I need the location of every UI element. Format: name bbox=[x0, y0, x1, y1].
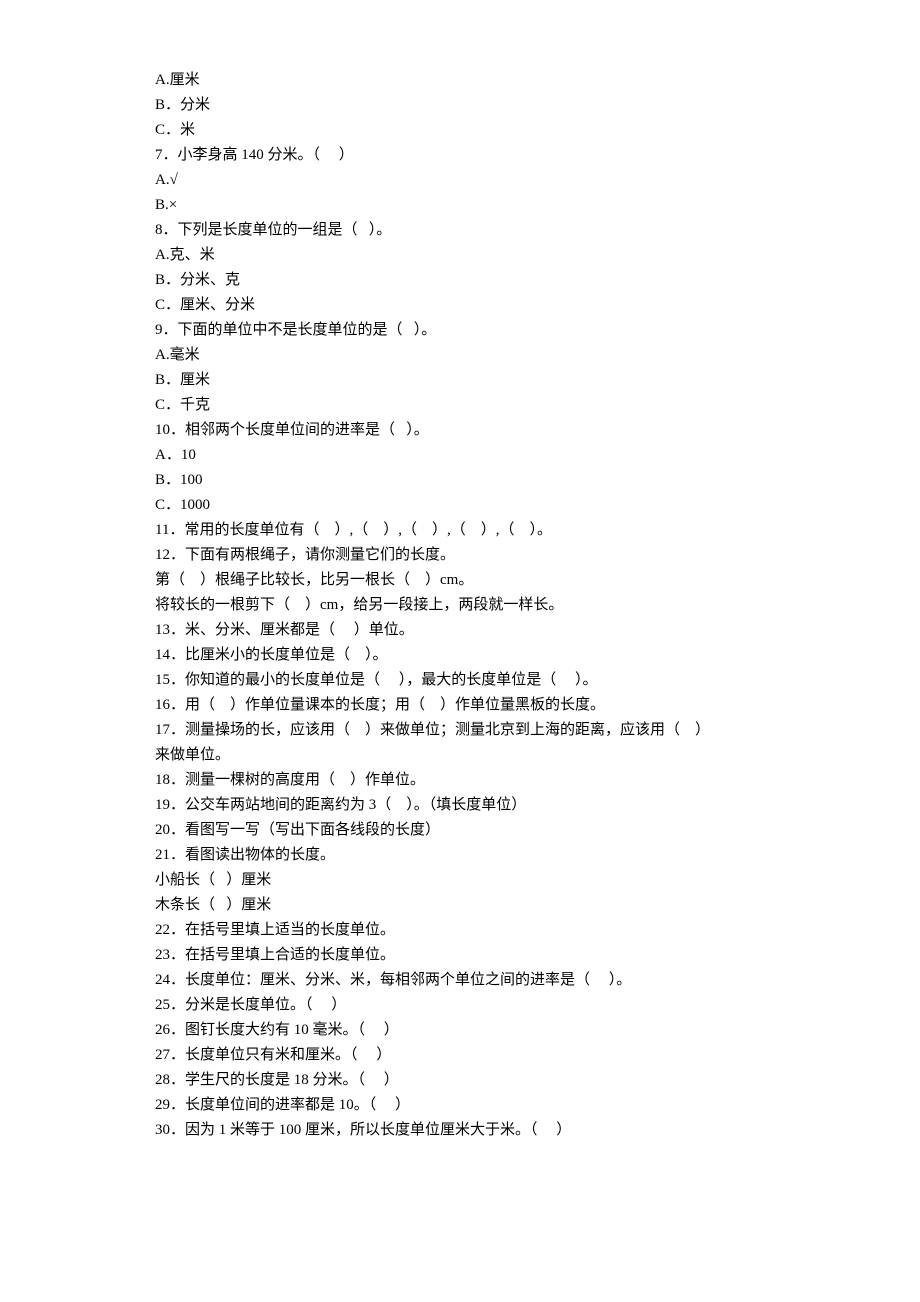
text-line: 17．测量操场的长，应该用（ ）来做单位；测量北京到上海的距离，应该用（ ） bbox=[155, 718, 765, 743]
text-line: 9．下面的单位中不是长度单位的是（ ）。 bbox=[155, 318, 765, 343]
text-line: A.√ bbox=[155, 168, 765, 193]
text-line: A.克、米 bbox=[155, 243, 765, 268]
text-line: B．分米 bbox=[155, 93, 765, 118]
text-line: 木条长（ ）厘米 bbox=[155, 893, 765, 918]
text-line: A.毫米 bbox=[155, 343, 765, 368]
text-line: 7．小李身高 140 分米。（ ） bbox=[155, 143, 765, 168]
text-line: 26．图钉长度大约有 10 毫米。（ ） bbox=[155, 1018, 765, 1043]
text-line: 19．公交车两站地间的距离约为 3（ ）。（填长度单位） bbox=[155, 793, 765, 818]
text-line: 20．看图写一写（写出下面各线段的长度） bbox=[155, 818, 765, 843]
text-line: 18．测量一棵树的高度用（ ）作单位。 bbox=[155, 768, 765, 793]
text-line: 14．比厘米小的长度单位是（ ）。 bbox=[155, 643, 765, 668]
text-line: 来做单位。 bbox=[155, 743, 765, 768]
text-line: 30．因为 1 米等于 100 厘米，所以长度单位厘米大于米。（ ） bbox=[155, 1118, 765, 1143]
text-line: A．10 bbox=[155, 443, 765, 468]
text-line: 16．用（ ）作单位量课本的长度；用（ ）作单位量黑板的长度。 bbox=[155, 693, 765, 718]
text-line: C．千克 bbox=[155, 393, 765, 418]
text-line: A.厘米 bbox=[155, 68, 765, 93]
text-line: C．厘米、分米 bbox=[155, 293, 765, 318]
text-line: 将较长的一根剪下（ ）cm，给另一段接上，两段就一样长。 bbox=[155, 593, 765, 618]
text-line: B．分米、克 bbox=[155, 268, 765, 293]
text-line: 25．分米是长度单位。（ ） bbox=[155, 993, 765, 1018]
text-line: B．厘米 bbox=[155, 368, 765, 393]
text-line: 8．下列是长度单位的一组是（ ）。 bbox=[155, 218, 765, 243]
text-line: B．100 bbox=[155, 468, 765, 493]
text-line: 第（ ）根绳子比较长，比另一根长（ ）cm。 bbox=[155, 568, 765, 593]
text-line: 12．下面有两根绳子，请你测量它们的长度。 bbox=[155, 543, 765, 568]
text-line: 10．相邻两个长度单位间的进率是（ ）。 bbox=[155, 418, 765, 443]
text-line: 11．常用的长度单位有（ ）,（ ）,（ ）,（ ）,（ ）。 bbox=[155, 518, 765, 543]
text-line: 23．在括号里填上合适的长度单位。 bbox=[155, 943, 765, 968]
text-line: 21．看图读出物体的长度。 bbox=[155, 843, 765, 868]
text-line: 24．长度单位：厘米、分米、米，每相邻两个单位之间的进率是（ ）。 bbox=[155, 968, 765, 993]
document-page: A.厘米 B．分米 C．米 7．小李身高 140 分米。（ ） A.√ B.× … bbox=[0, 0, 920, 1143]
text-line: 22．在括号里填上适当的长度单位。 bbox=[155, 918, 765, 943]
text-line: 27．长度单位只有米和厘米。（ ） bbox=[155, 1043, 765, 1068]
text-line: B.× bbox=[155, 193, 765, 218]
text-line: C．1000 bbox=[155, 493, 765, 518]
text-line: 小船长（ ）厘米 bbox=[155, 868, 765, 893]
text-line: 15．你知道的最小的长度单位是（ ），最大的长度单位是（ ）。 bbox=[155, 668, 765, 693]
text-line: 28．学生尺的长度是 18 分米。（ ） bbox=[155, 1068, 765, 1093]
text-line: C．米 bbox=[155, 118, 765, 143]
text-line: 13．米、分米、厘米都是（ ）单位。 bbox=[155, 618, 765, 643]
text-line: 29．长度单位间的进率都是 10。（ ） bbox=[155, 1093, 765, 1118]
